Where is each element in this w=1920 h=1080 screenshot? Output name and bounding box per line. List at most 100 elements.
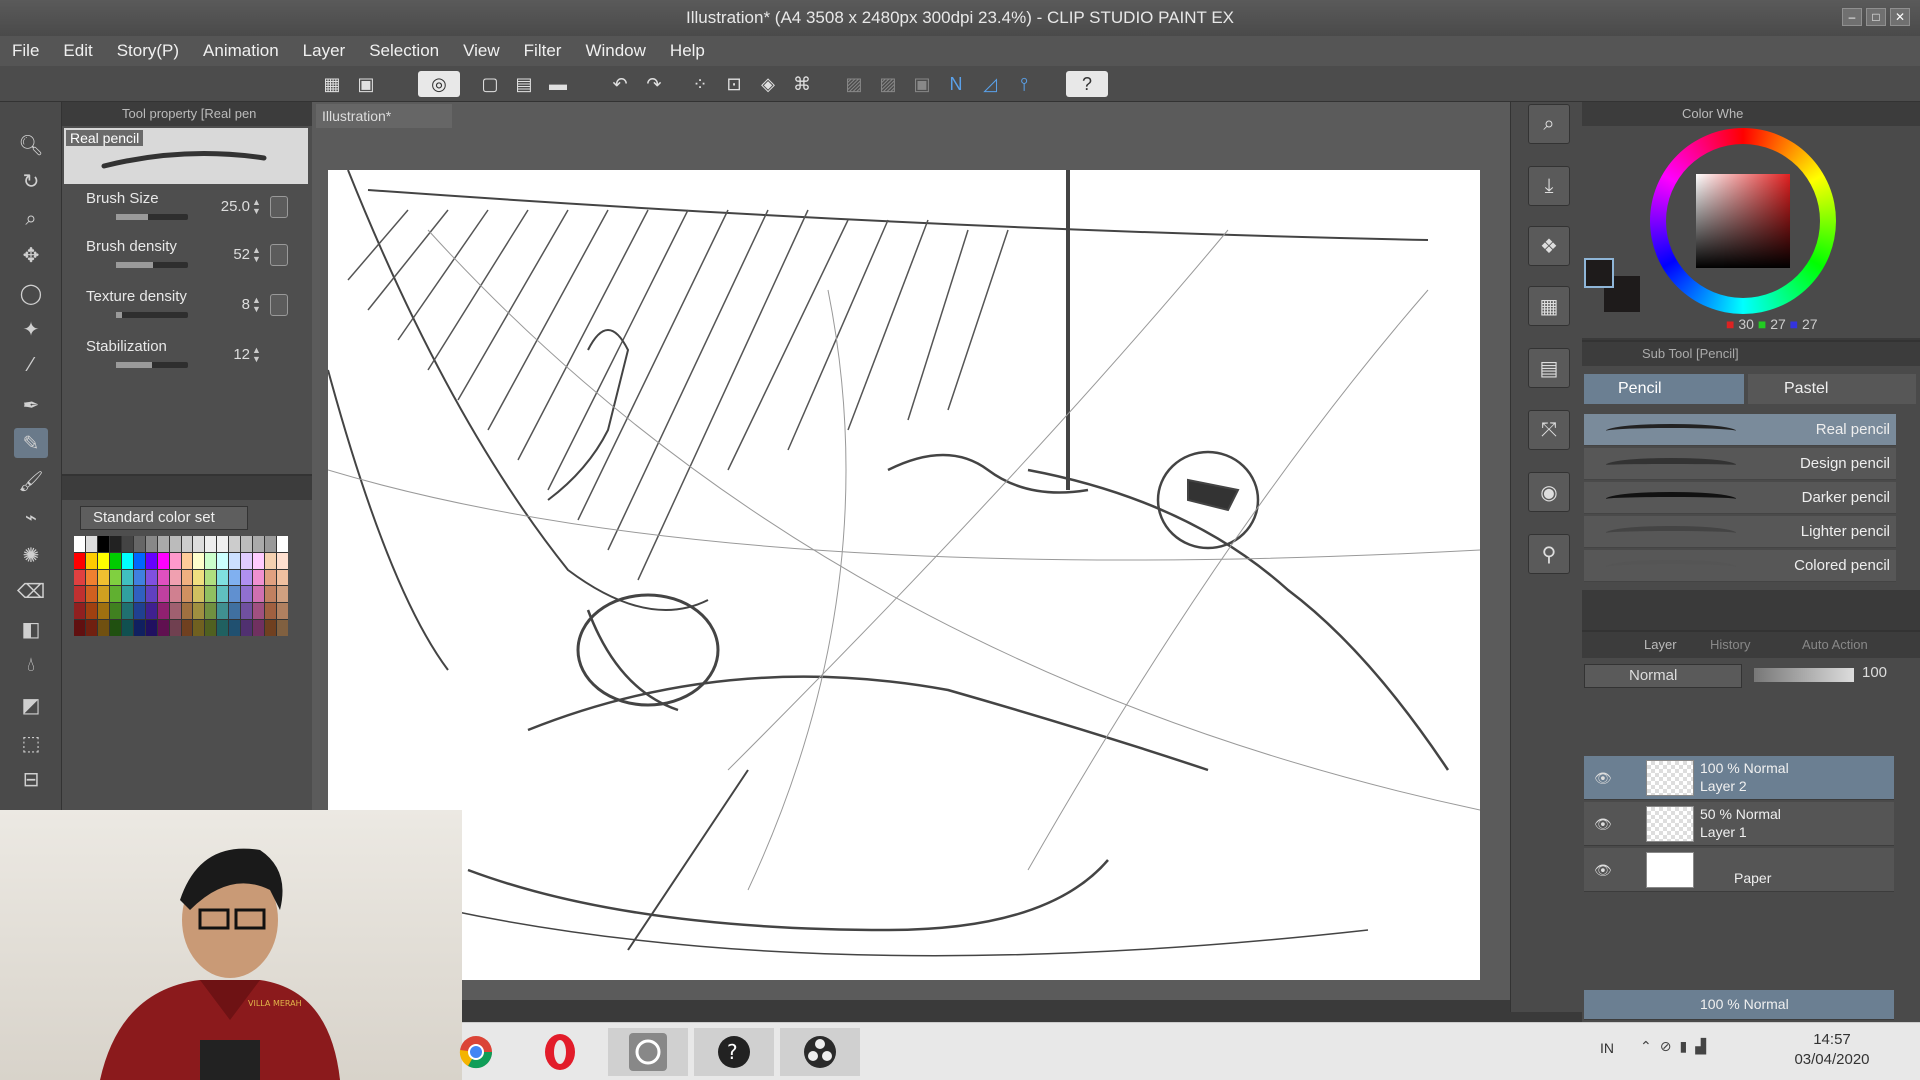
menu-view[interactable]: View <box>451 41 512 61</box>
brush-tool-icon[interactable]: 🖌︎ <box>14 466 48 496</box>
color-swatch[interactable] <box>121 569 133 586</box>
brush-density-slider[interactable] <box>116 262 188 268</box>
color-wheel-tab[interactable]: Color Whe <box>1682 106 1743 121</box>
eye-icon[interactable]: 👁︎ <box>1594 862 1612 879</box>
color-swatch[interactable] <box>74 586 85 603</box>
color-swatch[interactable] <box>241 569 253 586</box>
color-swatch[interactable] <box>145 569 157 586</box>
opacity-slider[interactable] <box>1754 668 1854 682</box>
color-swatch[interactable] <box>193 536 205 552</box>
menu-selection[interactable]: Selection <box>357 41 451 61</box>
color-swatch[interactable] <box>109 569 121 586</box>
color-swatch[interactable] <box>181 552 193 569</box>
lasso-tool-icon[interactable]: ◯ <box>14 278 48 308</box>
color-swatch[interactable] <box>133 536 145 552</box>
language-indicator[interactable]: IN <box>1600 1040 1614 1056</box>
color-swatch[interactable] <box>74 620 85 636</box>
color-swatch[interactable] <box>169 603 181 620</box>
zoom-tool-icon[interactable]: 🔍︎ <box>14 130 48 160</box>
color-swatch[interactable] <box>157 603 169 620</box>
color-swatch[interactable] <box>265 586 277 603</box>
pencil-tool-icon[interactable]: ✎ <box>14 428 48 458</box>
color-swatch[interactable] <box>74 552 85 569</box>
color-swatch[interactable] <box>97 569 109 586</box>
color-swatch[interactable] <box>133 569 145 586</box>
ruler-two-icon[interactable]: ▨ <box>874 71 902 97</box>
blend-mode-select[interactable]: Normal <box>1584 664 1742 688</box>
color-set-select[interactable]: Standard color set <box>80 506 248 530</box>
color-swatch[interactable] <box>121 586 133 603</box>
maximize-button[interactable]: □ <box>1866 8 1886 26</box>
color-swatch[interactable] <box>241 586 253 603</box>
sub-tool-group-pastel[interactable]: Pastel <box>1748 374 1916 404</box>
color-swatch[interactable] <box>217 586 229 603</box>
opera-icon[interactable] <box>520 1028 600 1076</box>
color-swatch[interactable] <box>181 536 193 552</box>
color-swatch[interactable] <box>85 620 97 636</box>
color-swatch[interactable] <box>265 536 277 552</box>
layer-search-icon[interactable]: ⤧ <box>1528 410 1570 450</box>
color-swatch[interactable] <box>217 536 229 552</box>
color-swatch[interactable] <box>229 603 241 620</box>
canvas-icon[interactable]: ▣ <box>352 71 380 97</box>
layer-row-extra[interactable]: 100 % Normal <box>1584 990 1894 1020</box>
tray-chevron-icon[interactable]: ⌃ <box>1640 1038 1660 1054</box>
close-button[interactable]: ✕ <box>1890 8 1910 26</box>
color-swatch[interactable] <box>109 586 121 603</box>
color-swatch[interactable] <box>217 552 229 569</box>
color-swatch[interactable] <box>74 603 85 620</box>
color-swatches[interactable] <box>74 536 288 636</box>
rotate-tool-icon[interactable]: ↻ <box>14 166 48 196</box>
menu-animation[interactable]: Animation <box>191 41 291 61</box>
selection-clear-icon[interactable]: ⁘ <box>686 71 714 97</box>
menu-window[interactable]: Window <box>573 41 657 61</box>
decoration-tool-icon[interactable]: ✺ <box>14 540 48 570</box>
texture-density-toggle[interactable] <box>270 294 288 316</box>
color-swatch[interactable] <box>74 569 85 586</box>
layer-props-icon[interactable]: ▤ <box>1528 348 1570 388</box>
color-swatch[interactable] <box>193 586 205 603</box>
color-swatch[interactable] <box>229 569 241 586</box>
color-swatch[interactable] <box>265 620 277 636</box>
color-swatch[interactable] <box>277 569 288 586</box>
transform-icon[interactable]: ⌘ <box>788 71 816 97</box>
menu-help[interactable]: Help <box>658 41 717 61</box>
menu-layer[interactable]: Layer <box>291 41 358 61</box>
color-swatch[interactable] <box>217 620 229 636</box>
color-swatch[interactable] <box>97 552 109 569</box>
eraser-tool-icon[interactable]: ⌫ <box>14 576 48 606</box>
color-swatch[interactable] <box>205 536 217 552</box>
sub-tool-group-pencil[interactable]: Pencil <box>1584 374 1744 404</box>
stabilization-spinner[interactable]: ▲ ▼ <box>252 346 261 364</box>
new-file-icon[interactable]: ▢ <box>476 71 504 97</box>
color-swatch[interactable] <box>253 552 265 569</box>
color-swatch[interactable] <box>229 536 241 552</box>
auto-select-tool-icon[interactable]: ✦ <box>14 314 48 344</box>
main-color-box[interactable] <box>1584 258 1614 288</box>
pattern-icon[interactable]: ▦ <box>1528 286 1570 326</box>
grid-icon[interactable]: ▦ <box>318 71 346 97</box>
eyedropper-tool-icon[interactable]: ⁄ <box>14 350 48 380</box>
color-swatch[interactable] <box>241 552 253 569</box>
color-swatch[interactable] <box>205 552 217 569</box>
color-swatch[interactable] <box>181 569 193 586</box>
color-swatch[interactable] <box>133 586 145 603</box>
minimize-button[interactable]: – <box>1842 8 1862 26</box>
color-swatch[interactable] <box>277 586 288 603</box>
magnifier-tool-icon[interactable]: ⌕ <box>14 204 48 234</box>
color-swatch[interactable] <box>265 603 277 620</box>
color-swatch[interactable] <box>85 552 97 569</box>
ruler-icon[interactable]: ▨ <box>840 71 868 97</box>
color-swatch[interactable] <box>169 586 181 603</box>
frame-icon[interactable]: ▣ <box>908 71 936 97</box>
color-swatch[interactable] <box>157 536 169 552</box>
color-swatch[interactable] <box>277 536 288 552</box>
figure-tool-icon[interactable]: ⬚ <box>14 728 48 758</box>
color-swatch[interactable] <box>241 536 253 552</box>
color-swatch[interactable] <box>145 586 157 603</box>
snap-ruler-icon[interactable]: N <box>942 71 970 97</box>
color-swatch[interactable] <box>193 569 205 586</box>
texture-density-value[interactable]: 8 <box>202 296 250 313</box>
color-swatch[interactable] <box>145 536 157 552</box>
tray-network-icon[interactable]: ⊘ <box>1660 1038 1680 1054</box>
